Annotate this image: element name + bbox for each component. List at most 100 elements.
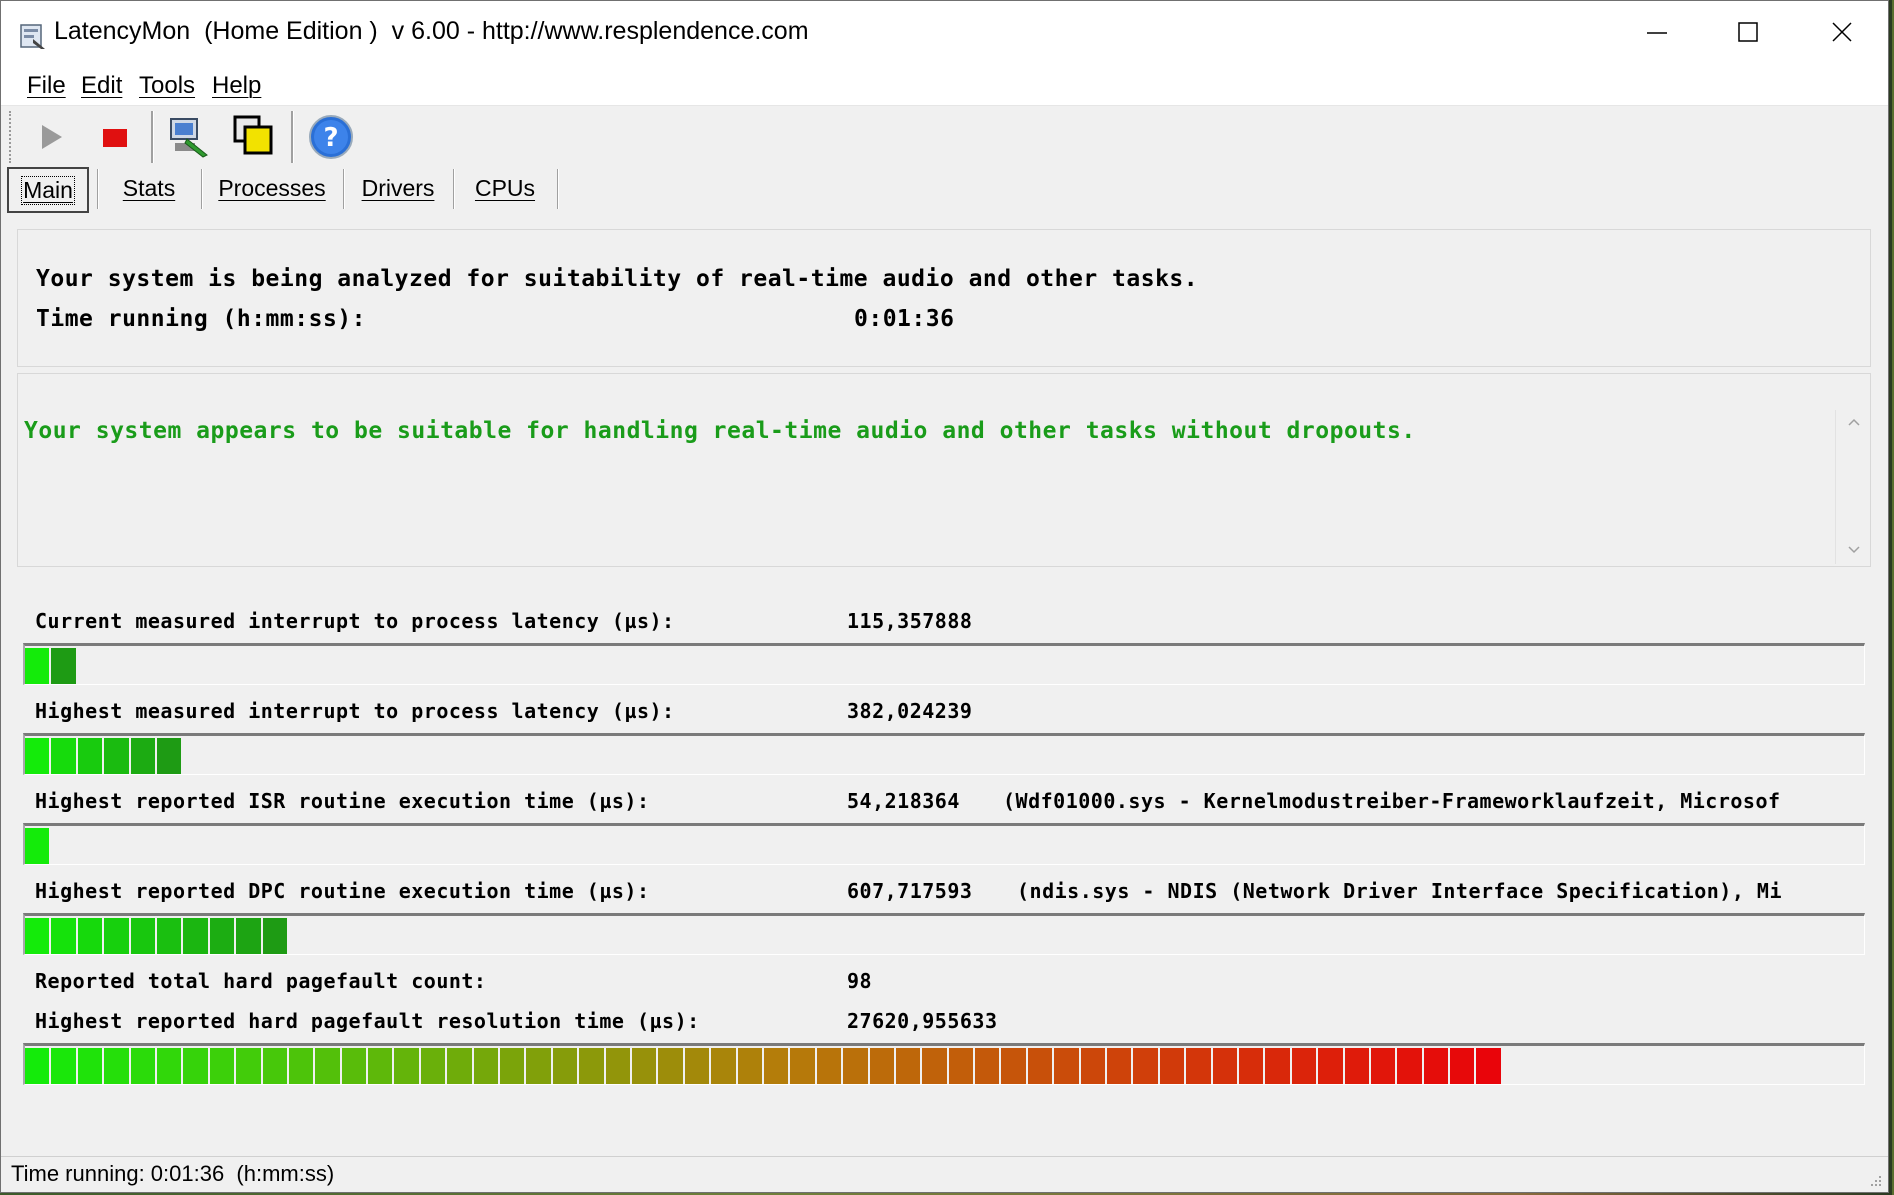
tab-main-label: Main bbox=[21, 175, 75, 205]
tab-stats-label: Stats bbox=[122, 174, 176, 201]
toolbar-grip bbox=[9, 111, 15, 163]
tab-processes-label: Processes bbox=[218, 174, 326, 201]
bar-segment bbox=[948, 1048, 976, 1084]
bar-segment bbox=[236, 1048, 263, 1084]
computer-drivers-button[interactable] bbox=[165, 113, 213, 161]
bar-segment bbox=[1318, 1048, 1345, 1084]
menu-tools[interactable]: Tools bbox=[139, 72, 195, 100]
bar-segment bbox=[209, 918, 237, 954]
bar-segment bbox=[1423, 1048, 1451, 1084]
bar-segment bbox=[552, 1048, 580, 1084]
bar-segment bbox=[1186, 1048, 1213, 1084]
bar-segment bbox=[1001, 1048, 1028, 1084]
bar-segment bbox=[631, 1048, 659, 1084]
bar-segment bbox=[975, 1048, 1002, 1084]
bar-segment bbox=[25, 918, 52, 954]
highest-isr-value: 54,218364 bbox=[847, 789, 960, 813]
bar-segment bbox=[156, 918, 184, 954]
status-bar: Time running: 0:01:36 (h:mm:ss) bbox=[1, 1156, 1888, 1192]
title-bar[interactable]: LatencyMon (Home Edition ) v 6.00 - http… bbox=[1, 1, 1888, 69]
bar-segment bbox=[156, 1048, 184, 1084]
analysis-message: Your system is being analyzed for suitab… bbox=[36, 266, 1199, 292]
svg-text:?: ? bbox=[323, 123, 338, 153]
close-button[interactable] bbox=[1793, 1, 1883, 69]
menu-file[interactable]: File bbox=[27, 72, 66, 100]
highest-dpc-value: 607,717593 bbox=[847, 879, 973, 903]
bar-segment bbox=[843, 1048, 870, 1084]
start-button[interactable] bbox=[27, 113, 75, 161]
computer-drivers-icon bbox=[170, 118, 208, 158]
tab-drivers-label: Drivers bbox=[361, 174, 435, 201]
bar-segment bbox=[1238, 1048, 1266, 1084]
bar-segment bbox=[447, 1048, 474, 1084]
menu-edit[interactable]: Edit bbox=[81, 72, 122, 100]
bar-segment bbox=[922, 1048, 949, 1084]
maximize-icon bbox=[1738, 22, 1758, 42]
bar-segment bbox=[1080, 1048, 1108, 1084]
bar-segment bbox=[473, 1048, 501, 1084]
tab-main[interactable]: Main bbox=[7, 167, 89, 213]
tab-stats[interactable]: Stats bbox=[99, 167, 199, 209]
help-button[interactable]: ? bbox=[307, 113, 355, 161]
tab-cpus[interactable]: CPUs bbox=[455, 167, 555, 209]
bar-segment bbox=[1397, 1048, 1424, 1084]
windows-icon bbox=[233, 115, 273, 155]
bar-segment bbox=[790, 1048, 817, 1084]
bar-segment bbox=[25, 738, 52, 774]
bar-segment bbox=[262, 1048, 289, 1084]
bar-segment bbox=[104, 738, 131, 774]
minimize-button[interactable] bbox=[1613, 1, 1703, 69]
pagefault-time-value: 27620,955633 bbox=[847, 1009, 998, 1033]
highest-latency-value: 382,024239 bbox=[847, 699, 973, 723]
close-icon bbox=[1832, 22, 1852, 42]
tab-drivers[interactable]: Drivers bbox=[345, 167, 451, 209]
tab-separator bbox=[557, 169, 559, 209]
status-text: Time running: 0:01:36 (h:mm:ss) bbox=[11, 1161, 335, 1186]
pagefault-count-label: Reported total hard pagefault count: bbox=[35, 969, 487, 993]
bar-segment bbox=[183, 1048, 210, 1084]
highest-dpc-bar bbox=[23, 913, 1865, 955]
minimize-icon bbox=[1647, 32, 1667, 34]
latencymon-window: LatencyMon (Home Edition ) v 6.00 - http… bbox=[0, 0, 1889, 1193]
stop-icon bbox=[103, 129, 127, 147]
pagefault-count-value: 98 bbox=[847, 969, 873, 993]
current-latency-value: 115,357888 bbox=[847, 609, 973, 633]
bar-segment bbox=[1027, 1048, 1055, 1084]
window-title: LatencyMon (Home Edition ) v 6.00 - http… bbox=[54, 17, 809, 45]
bar-segment bbox=[1212, 1048, 1239, 1084]
highest-dpc-label: Highest reported DPC routine execution t… bbox=[35, 879, 650, 903]
bar-segment bbox=[77, 1048, 105, 1084]
verdict-panel: Your system appears to be suitable for h… bbox=[17, 373, 1871, 567]
bar-segment bbox=[156, 738, 184, 774]
bar-segment bbox=[1344, 1048, 1371, 1084]
bar-segment bbox=[526, 1048, 553, 1084]
time-running-label: Time running (h:mm:ss): bbox=[36, 306, 366, 332]
bar-segment bbox=[737, 1048, 764, 1084]
maximize-button[interactable] bbox=[1703, 1, 1793, 69]
verdict-scrollbar[interactable] bbox=[1835, 410, 1870, 564]
tab-cpus-label: CPUs bbox=[474, 174, 536, 201]
bar-segment bbox=[25, 828, 52, 864]
bar-segment bbox=[236, 918, 263, 954]
bar-segment bbox=[77, 738, 105, 774]
bar-segment bbox=[579, 1048, 606, 1084]
scroll-up-icon[interactable] bbox=[1846, 414, 1862, 430]
bar-segment bbox=[1291, 1048, 1319, 1084]
menu-help[interactable]: Help bbox=[212, 72, 261, 100]
bar-segment bbox=[394, 1048, 421, 1084]
bar-segment bbox=[1370, 1048, 1398, 1084]
bar-segment bbox=[1133, 1048, 1160, 1084]
bar-segment bbox=[51, 1048, 78, 1084]
windows-button[interactable] bbox=[231, 113, 279, 161]
bar-segment bbox=[51, 738, 78, 774]
bar-segment bbox=[684, 1048, 712, 1084]
tab-processes[interactable]: Processes bbox=[203, 167, 341, 209]
stop-button[interactable] bbox=[91, 113, 139, 161]
bar-segment bbox=[341, 1048, 369, 1084]
help-icon: ? bbox=[309, 115, 353, 159]
current-latency-label: Current measured interrupt to process la… bbox=[35, 609, 675, 633]
scroll-down-icon[interactable] bbox=[1846, 542, 1862, 558]
bar-segment bbox=[51, 918, 78, 954]
resize-grip-icon[interactable] bbox=[1864, 1171, 1884, 1191]
bar-segment bbox=[209, 1048, 237, 1084]
